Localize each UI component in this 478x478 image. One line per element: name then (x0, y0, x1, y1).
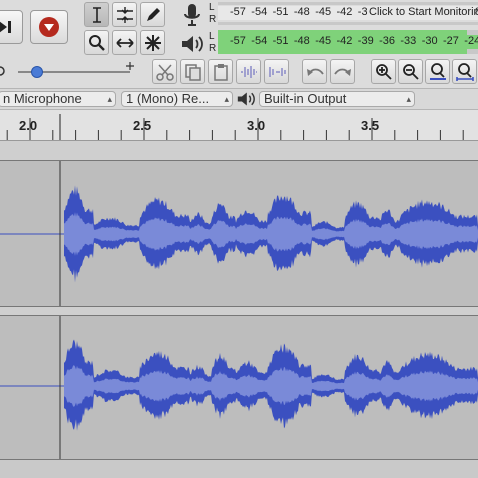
play-meter-bar-right (218, 49, 478, 54)
clipboard-icon (213, 63, 228, 81)
meter-tick-label: -48 (293, 35, 310, 47)
zoom-tool-button[interactable] (84, 30, 109, 55)
scissors-icon (155, 63, 174, 81)
zoom-out-button[interactable] (398, 59, 423, 84)
meter-tick-label: -54 (251, 6, 268, 18)
slider-thumb[interactable] (31, 66, 44, 78)
meter-tick-label: -57 (230, 35, 246, 47)
double-arrow-icon (115, 37, 134, 48)
meter-tick-label: -45 (315, 35, 332, 47)
envelope-tool-button[interactable] (112, 2, 137, 27)
draw-tool-button[interactable] (140, 2, 165, 27)
asterisk-icon (144, 34, 161, 51)
meter-tick-label: -24 (464, 35, 478, 47)
record-icon (39, 17, 59, 37)
chevron-updown-icon: ▴ (107, 94, 112, 104)
magnifier-icon (88, 34, 105, 51)
undo-button[interactable] (302, 59, 327, 84)
zoom-in-icon (375, 63, 392, 80)
timeshift-tool-button[interactable] (112, 30, 137, 55)
record-button[interactable] (30, 10, 68, 44)
input-channels-select[interactable]: 1 (Mono) Re... ▴ (121, 91, 233, 107)
ruler-ticks (6, 114, 464, 140)
skip-end-icon (0, 21, 11, 33)
audio-track-2[interactable] (0, 315, 478, 460)
play-meter-left-label: L (209, 31, 215, 42)
meter-tick-label: -30 (421, 35, 438, 47)
meter-tick-label: -39 (357, 35, 374, 47)
record-meter-left-label: L (209, 2, 215, 13)
meter-tick-label: -45 (315, 6, 332, 18)
speaker-icon[interactable] (180, 33, 204, 55)
paste-button[interactable] (208, 59, 233, 84)
meter-tick-label: -42 (336, 35, 353, 47)
play-meter-right-label: R (209, 43, 217, 54)
record-meter-right-label: R (209, 14, 217, 25)
copy-button[interactable] (180, 59, 205, 84)
ruler-label: 3.0 (247, 118, 266, 133)
copy-icon (184, 63, 201, 81)
envelope-icon (116, 6, 133, 23)
pencil-icon (146, 7, 160, 21)
fit-project-button[interactable] (452, 59, 477, 84)
ruler-label: 3.5 (361, 118, 380, 133)
i-beam-icon (92, 6, 101, 23)
speaker-icon (237, 92, 255, 106)
input-device-value: n Microphone (3, 91, 82, 106)
chevron-updown-icon: ▴ (224, 94, 229, 104)
record-meter[interactable]: -57 -54 -51 -48 -45 -42 -3 Click to Start Moni… (218, 6, 478, 20)
trim-icon (240, 65, 257, 78)
output-device-select[interactable]: Built-in Output ▴ (259, 91, 415, 107)
slider-plus-icon (126, 62, 134, 70)
meter-tick-label: -57 (230, 6, 246, 18)
play-meter[interactable]: -57-54-51-48-45-42-39-36-33-30-27-24-2 (218, 35, 478, 49)
meter-tick-label: -27 (443, 35, 459, 47)
meter-tick-label: -54 (251, 35, 268, 47)
playback-speed-slider[interactable] (0, 60, 140, 82)
record-meter-bar-left (218, 2, 478, 5)
record-meter-prompt: Click to Start Monitoring (367, 6, 478, 18)
redo-icon (333, 68, 351, 76)
multi-tool-button[interactable] (140, 30, 165, 55)
zoom-in-button[interactable] (371, 59, 396, 84)
record-meter-bar-right (218, 22, 478, 25)
device-toolbar: n Microphone ▴ 1 (Mono) Re... ▴ Built-in… (0, 89, 478, 110)
zoom-selection-icon (429, 62, 446, 80)
silence-button[interactable] (264, 59, 289, 84)
track-separator (0, 307, 478, 315)
track-area-bottom (0, 460, 478, 478)
chevron-updown-icon: ▴ (406, 94, 411, 104)
ruler-label: 2.0 (19, 118, 38, 133)
cut-button[interactable] (152, 59, 177, 84)
track-area-top (0, 141, 478, 160)
zoom-out-icon (402, 63, 419, 80)
play-meter-fill-right (218, 49, 467, 54)
fit-selection-button[interactable] (425, 59, 450, 84)
trim-button[interactable] (236, 59, 261, 84)
undo-icon (306, 68, 324, 76)
meter-tick-label: -51 (272, 6, 289, 18)
waveform-2 (0, 316, 478, 459)
microphone-icon[interactable] (182, 2, 202, 28)
input-channels-value: 1 (Mono) Re... (126, 91, 210, 106)
waveform-1 (0, 161, 478, 306)
output-device-value: Built-in Output (264, 91, 347, 106)
timeline-ruler[interactable]: 2.0 2.5 3.0 3.5 (0, 110, 478, 141)
redo-button[interactable] (330, 59, 355, 84)
slider-left-icon (0, 66, 5, 76)
skip-to-end-button[interactable] (0, 10, 23, 44)
meter-tick-label: -36 (379, 35, 395, 47)
ruler-label: 2.5 (133, 118, 152, 133)
audio-track-1[interactable] (0, 160, 478, 307)
meter-tick-label: -33 (400, 35, 417, 47)
toolbar: L R L R -57 -54 -51 -48 -45 -42 -3 Click to St… (0, 0, 478, 89)
input-device-select[interactable]: n Microphone ▴ (0, 91, 116, 107)
meter-tick-label: -51 (272, 35, 289, 47)
meter-tick-label: -42 (336, 6, 353, 18)
silence-icon (268, 66, 286, 77)
selection-tool-button[interactable] (84, 2, 109, 27)
zoom-fit-icon (455, 62, 474, 81)
meter-tick-label: -48 (293, 6, 310, 18)
